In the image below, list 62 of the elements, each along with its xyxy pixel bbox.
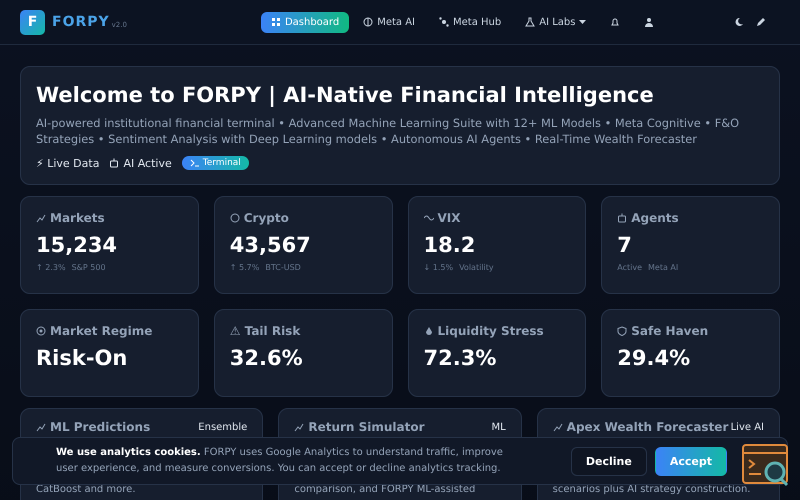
feature-tag: Live AI: [730, 422, 764, 432]
stat-value: 15,234: [36, 233, 118, 257]
welcome-title: Welcome to FORPY | AI-Native Financial Intelligence: [36, 83, 655, 107]
stat-change: Active: [617, 263, 642, 272]
user-icon: [644, 17, 654, 27]
stat-value: 7: [617, 233, 633, 257]
decline-button[interactable]: Decline: [570, 446, 647, 476]
wave-icon: [424, 213, 434, 223]
chart-icon: [294, 422, 304, 432]
chart-icon: [36, 422, 46, 432]
stat-value: 43,567: [230, 233, 312, 257]
drop-icon: [424, 326, 434, 336]
feature-title: Return Simulator: [308, 420, 425, 434]
feature-title: ML Predictions: [50, 420, 150, 434]
stat-value: 29.4%: [617, 346, 692, 370]
bell-icon: [610, 17, 620, 27]
nav-tab[interactable]: Meta AI: [353, 12, 426, 32]
stat-value: 72.3%: [424, 346, 498, 370]
grid-icon: [270, 17, 281, 27]
stat-label: Markets: [50, 211, 105, 225]
moon-icon[interactable]: [734, 17, 744, 27]
stat-change: ↑ 2.3%: [36, 263, 66, 272]
status-label: AI Active: [123, 156, 172, 170]
terminal-icon: [190, 158, 200, 168]
stat-change: ↑ 5.7%: [230, 263, 260, 272]
stat-value: Risk-On: [36, 346, 128, 370]
nav-tab[interactable]: AI Labs: [515, 12, 596, 32]
stat-note: Volatility: [459, 263, 494, 272]
brand-name: FORPY: [52, 14, 110, 30]
stat-note: BTC-USD: [265, 263, 301, 272]
shield-icon: [617, 326, 628, 336]
feature-description: comparison, and FORPY ML-assisted: [294, 484, 476, 495]
chart-icon: [36, 213, 46, 223]
stat-value: 32.6%: [230, 346, 304, 370]
stat-note: S&P 500: [72, 263, 106, 272]
stat-label: Liquidity Stress: [438, 324, 544, 338]
nav-tab[interactable]: Meta Hub: [429, 12, 512, 32]
feature-description: CatBoost and more.: [36, 484, 137, 495]
flask-icon: [525, 17, 536, 27]
feature-tag: Ensemble: [198, 422, 248, 432]
stat-label: Crypto: [244, 211, 289, 225]
welcome-subtitle: AI-powered institutional financial terminal • Advanced Machine Learning Suite with 12+ ML Models • Meta Cognitive • F&O Strategies • Sentiment Analysis with Deep Learning models • Autonomous AI Agents • Real-Time Wealth Forecaster: [36, 115, 740, 147]
stat-label: VIX: [438, 211, 461, 225]
robot-icon: [617, 213, 628, 223]
chart-icon: [552, 422, 563, 432]
stat-value: 18.2: [424, 233, 476, 257]
stat-label: Agents: [631, 211, 679, 225]
stat-label: Safe Haven: [631, 324, 708, 338]
target-icon: [36, 326, 46, 336]
coin-icon: [230, 213, 240, 223]
robot-icon: [109, 158, 120, 168]
feature-title: Apex Wealth Forecaster: [566, 420, 728, 434]
feature-description: scenarios plus AI strategy construction.: [552, 484, 752, 495]
stat-change: ↓ 1.5%: [424, 263, 454, 272]
feature-tag: ML: [491, 422, 506, 432]
stat-label: Market Regime: [50, 324, 152, 338]
pen-icon[interactable]: [756, 17, 766, 27]
stat-label: ⚠ Tail Risk: [230, 324, 300, 338]
hub-icon: [439, 17, 450, 27]
stat-note: Meta AI: [648, 263, 678, 272]
status-label: ⚡ Live Data: [36, 156, 100, 170]
cookie-message: We use analytics cookies. FORPY uses Google Analytics to understand traffic, improve user experience, and measure conversions. You can accept or decline analytics tracking.: [56, 446, 504, 476]
